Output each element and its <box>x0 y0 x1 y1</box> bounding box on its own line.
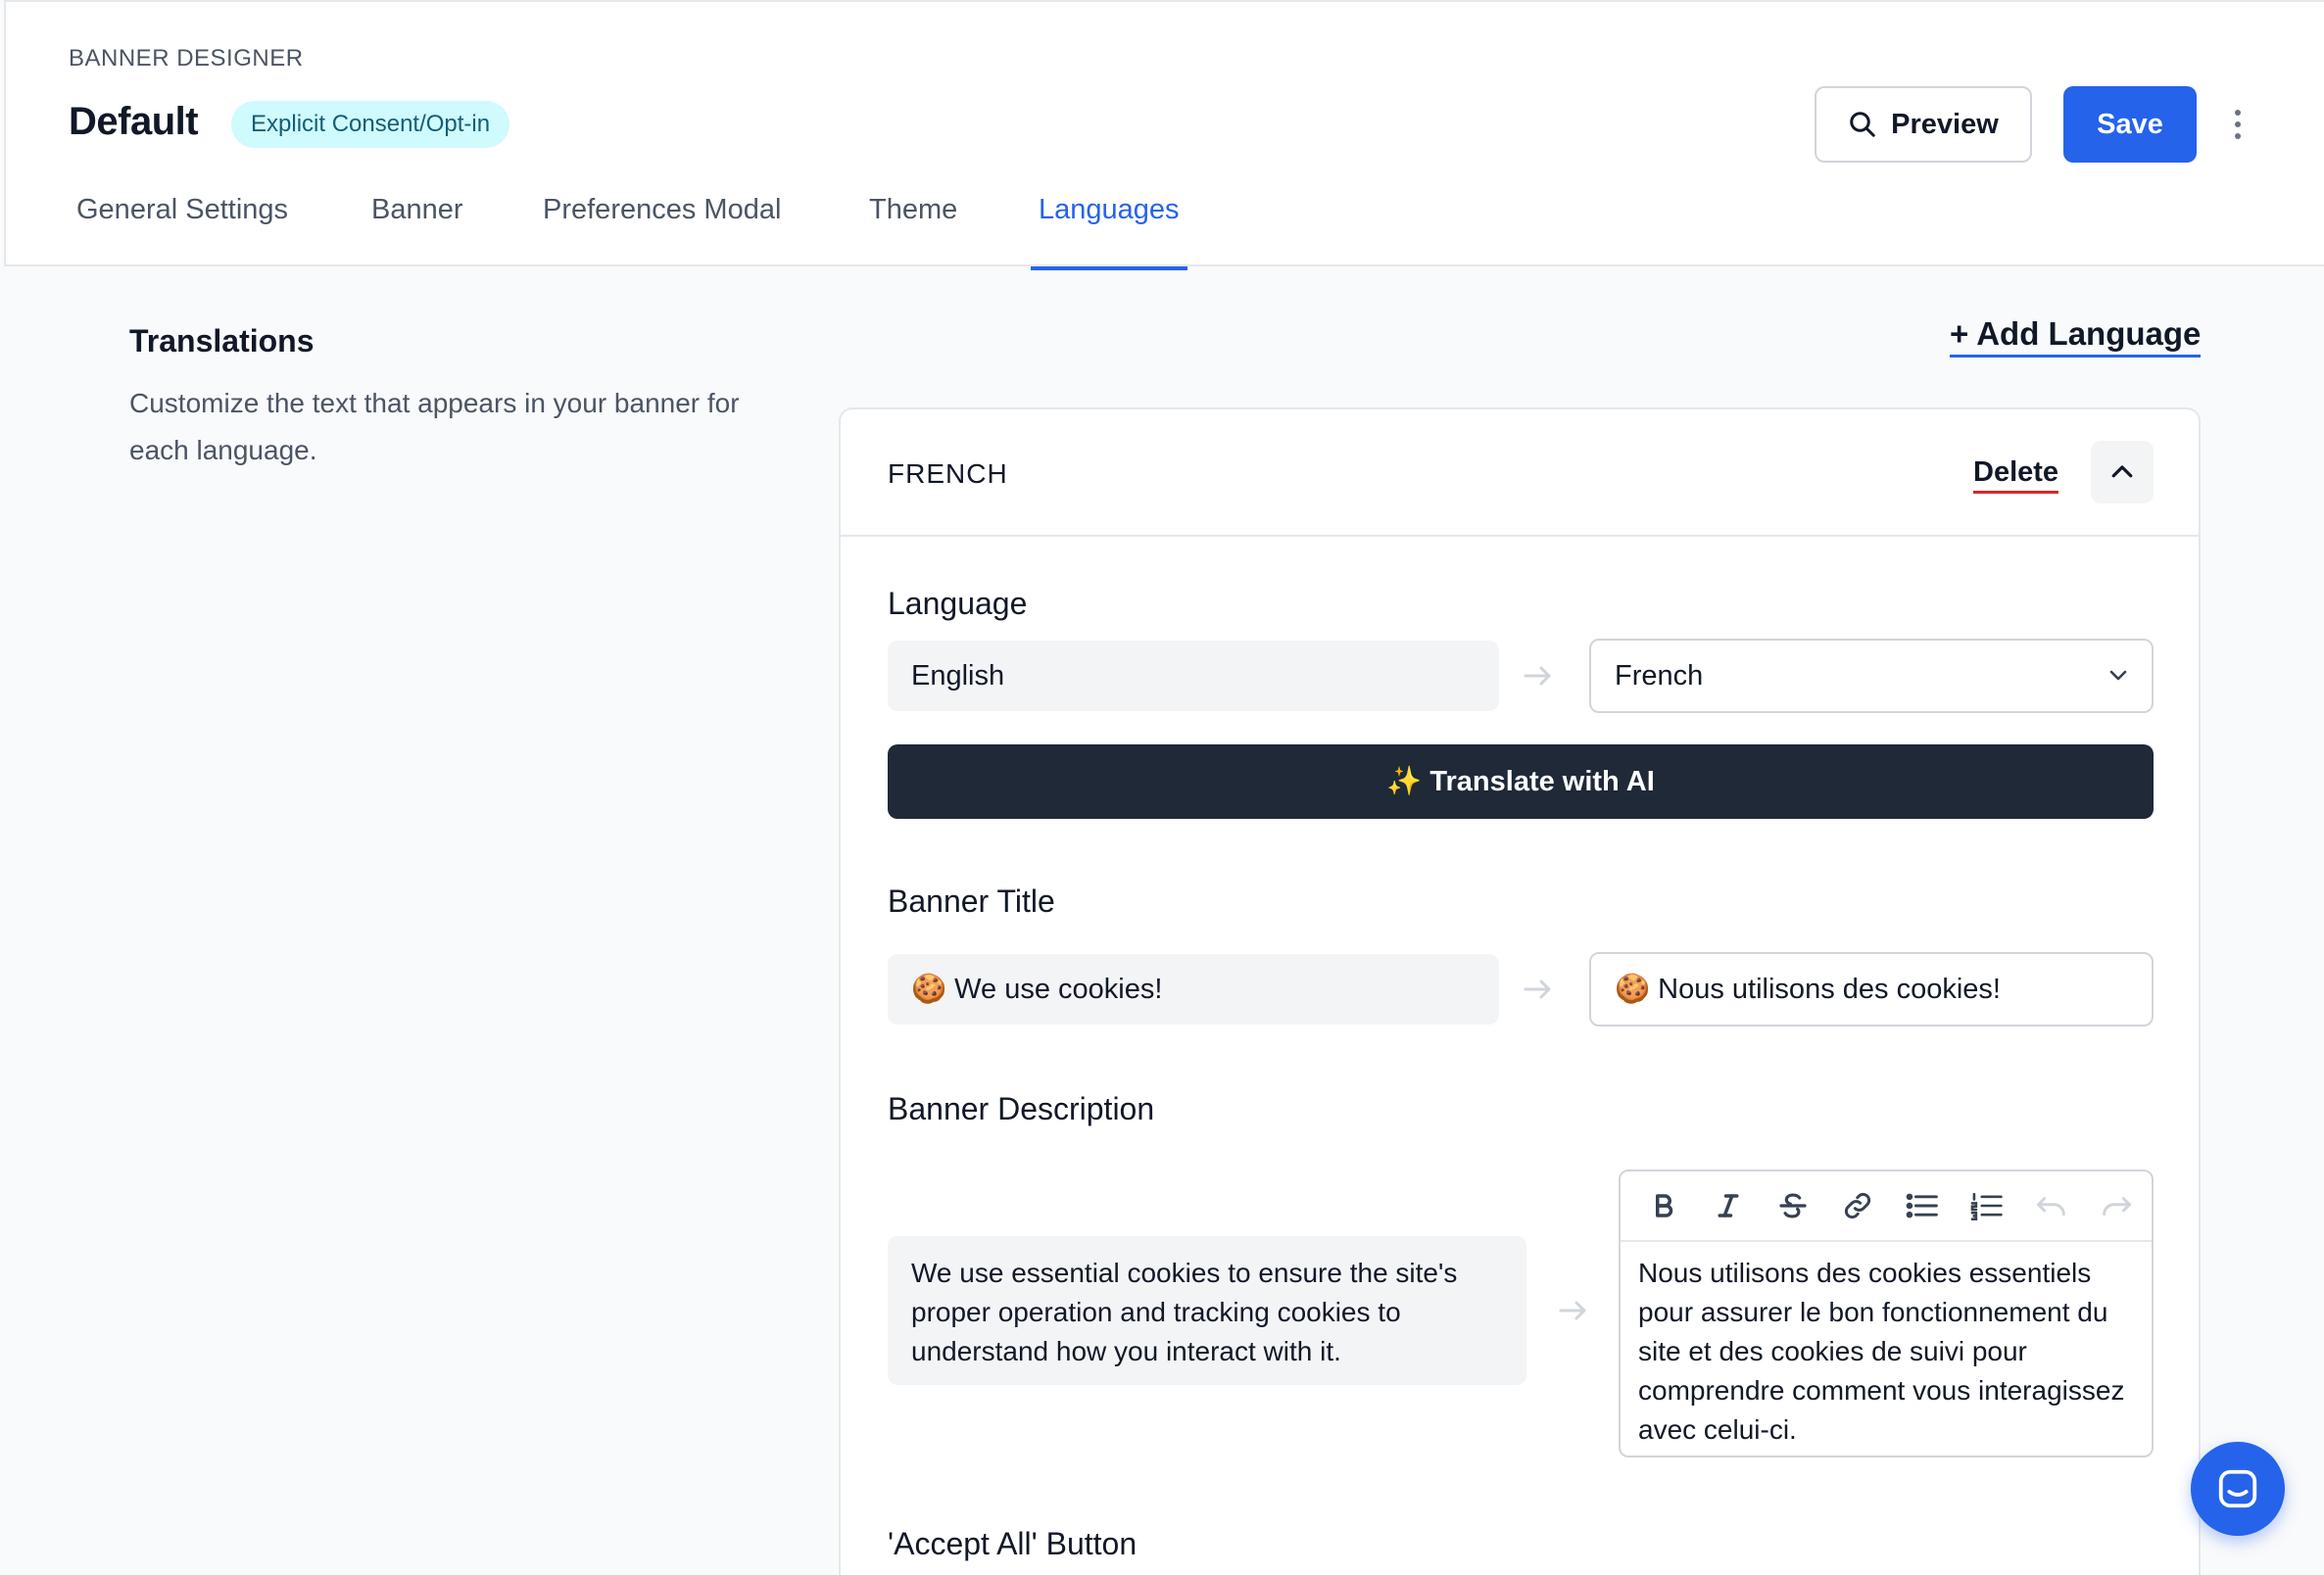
page-header: BANNER DESIGNER Default Explicit Consent… <box>4 0 2324 270</box>
save-button[interactable]: Save <box>2063 86 2197 163</box>
arrow-right-icon <box>1559 1301 1586 1320</box>
redo-icon[interactable] <box>2095 1184 2138 1227</box>
consent-mode-badge: Explicit Consent/Opt-in <box>231 101 510 148</box>
translations-title: Translations <box>129 323 315 358</box>
language-card-header: FRENCH Delete <box>841 409 2199 537</box>
chat-launcher-button[interactable] <box>2191 1442 2285 1536</box>
banner-title-source: 🍪 We use cookies! <box>888 954 1499 1025</box>
arrow-right-icon <box>1524 666 1551 686</box>
target-language-value: French <box>1615 659 1704 692</box>
accept-all-label: 'Accept All' Button <box>888 1526 1138 1561</box>
tab-theme[interactable]: Theme <box>869 190 957 268</box>
chevron-down-icon <box>2109 670 2127 681</box>
tab-languages[interactable]: Languages <box>1031 190 1187 270</box>
language-card: FRENCH Delete Language English French ✨ … <box>839 407 2201 1575</box>
italic-icon[interactable] <box>1707 1184 1750 1227</box>
preview-button[interactable]: Preview <box>1815 86 2032 163</box>
banner-description-editor: Nous utilisons des cookies essentiels po… <box>1619 1169 2154 1457</box>
tab-general-settings[interactable]: General Settings <box>76 190 288 268</box>
source-language-field: English <box>888 641 1499 711</box>
arrow-right-icon <box>1524 979 1551 999</box>
chevron-up-icon <box>2111 465 2133 478</box>
banner-title-input[interactable]: 🍪 Nous utilisons des cookies! <box>1589 952 2154 1026</box>
page-title: Default <box>69 100 199 143</box>
editor-toolbar <box>1621 1171 2152 1242</box>
language-field-label: Language <box>888 586 1028 621</box>
banner-title-label: Banner Title <box>888 883 1055 919</box>
add-language-link[interactable]: + Add Language <box>1950 315 2202 358</box>
translate-with-ai-button[interactable]: ✨ Translate with AI <box>888 744 2154 819</box>
undo-icon[interactable] <box>2030 1184 2073 1227</box>
link-icon[interactable] <box>1836 1184 1879 1227</box>
tab-preferences-modal[interactable]: Preferences Modal <box>543 190 781 268</box>
bullet-list-icon[interactable] <box>1901 1184 1944 1227</box>
bold-icon[interactable] <box>1642 1184 1685 1227</box>
banner-description-input[interactable]: Nous utilisons des cookies essentiels po… <box>1621 1242 2152 1461</box>
banner-description-source: We use essential cookies to ensure the s… <box>888 1236 1526 1385</box>
translations-description: Customize the text that appears in your … <box>129 388 740 465</box>
tab-banner[interactable]: Banner <box>371 190 463 268</box>
search-icon <box>1850 112 1875 137</box>
language-card-heading: FRENCH <box>888 458 1008 489</box>
delete-language-link[interactable]: Delete <box>1973 456 2059 494</box>
chat-icon <box>2218 1469 2257 1508</box>
strikethrough-icon[interactable] <box>1771 1184 1815 1227</box>
target-language-select[interactable]: French <box>1589 639 2154 713</box>
banner-description-label: Banner Description <box>888 1091 1155 1126</box>
more-options-icon[interactable] <box>2224 104 2251 145</box>
collapse-button[interactable] <box>2091 441 2154 503</box>
numbered-list-icon[interactable] <box>1965 1184 2009 1227</box>
preview-label: Preview <box>1891 108 1999 140</box>
eyebrow-label: BANNER DESIGNER <box>69 45 304 72</box>
